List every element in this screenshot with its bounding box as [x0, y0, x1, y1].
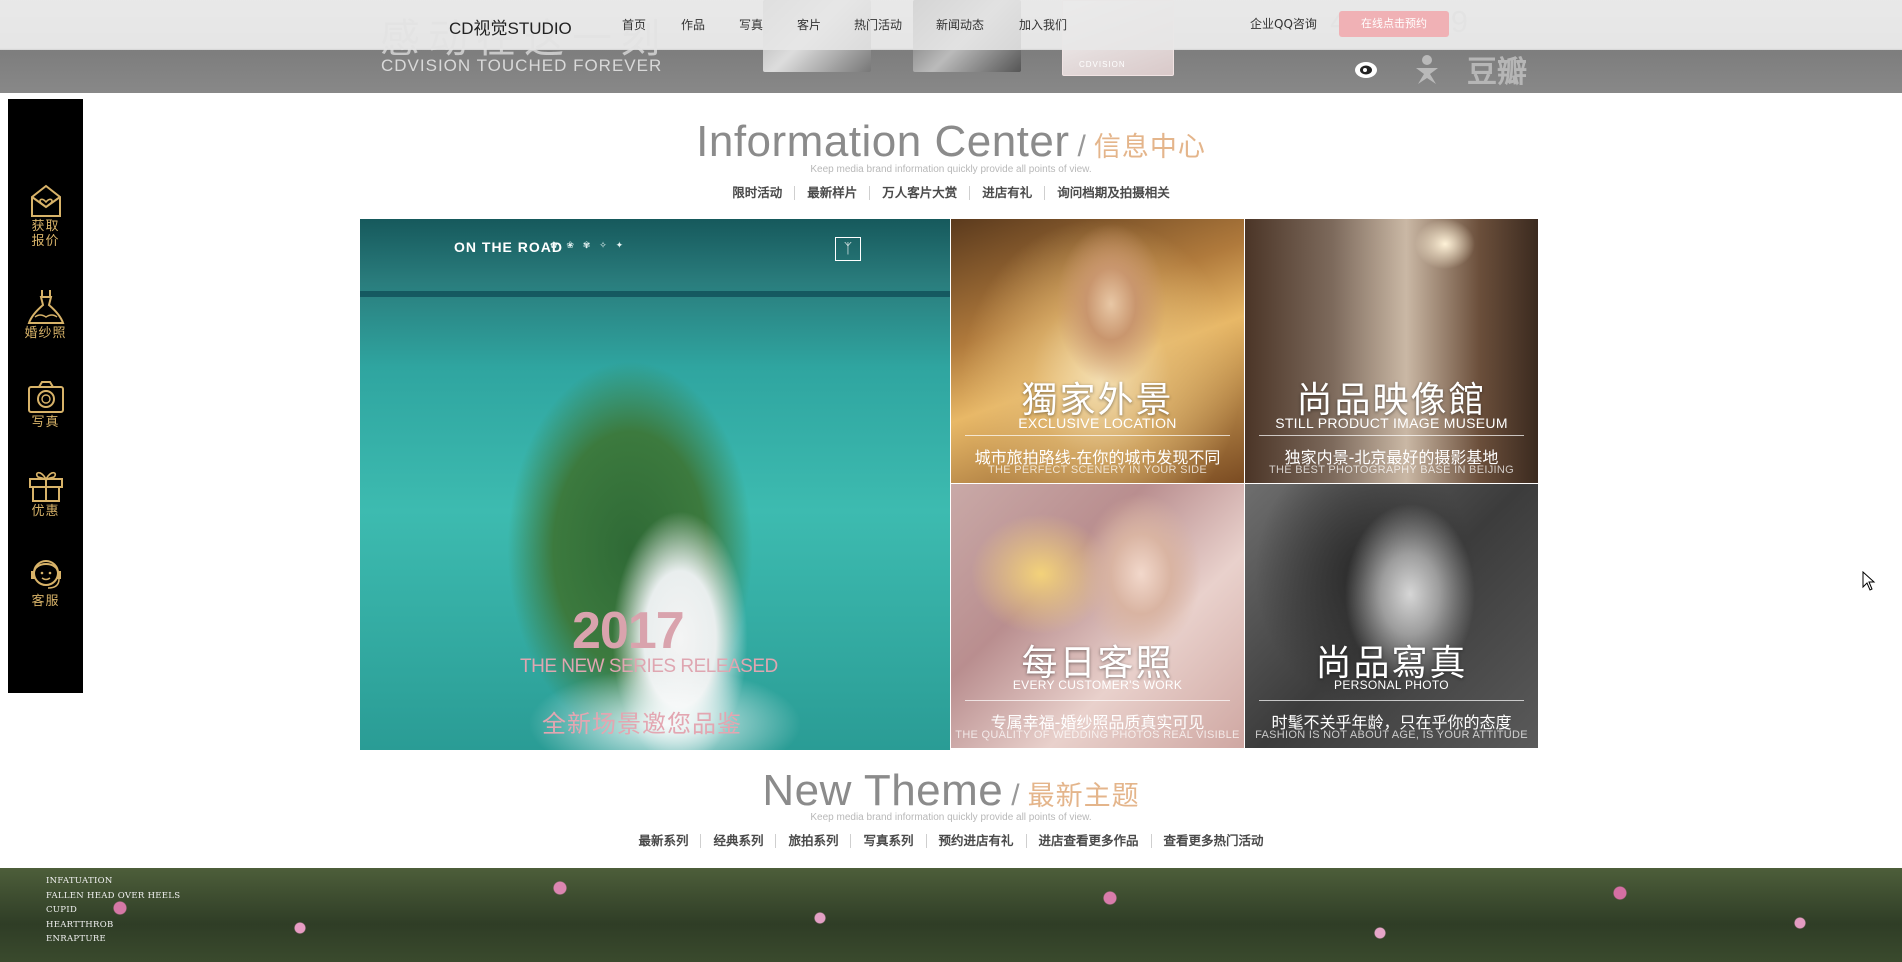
theme-list: INFATUATION FALLEN HEAD OVER HEELS CUPID…	[46, 874, 180, 947]
sidebar-label: 婚纱照	[24, 326, 67, 341]
new-theme-title: New Theme / 最新主题	[0, 766, 1902, 816]
tab-client-showcase[interactable]: 万人客片大赏	[870, 186, 971, 200]
sidebar-label: 优惠	[31, 504, 60, 519]
sidebar-label: 获取报价	[31, 219, 60, 249]
tab-travel-series[interactable]: 旅拍系列	[776, 834, 852, 848]
info-center-subtitle: Keep media brand information quickly pro…	[810, 164, 1092, 175]
tab-latest-samples[interactable]: 最新样片	[795, 186, 871, 200]
thumbnail-label: CDVISION	[1079, 60, 1126, 69]
wedding-dress-icon	[27, 290, 64, 324]
title-slash: /	[1011, 779, 1020, 812]
tile-desc-en: THE QUALITY OF WEDDING PHOTOS REAL VISIB…	[955, 729, 1240, 741]
nav-works[interactable]: 作品	[681, 16, 705, 33]
header-nav: CD视觉STUDIO 首页 作品 写真 客片 热门活动 新闻动态 加入我们 企业…	[0, 0, 1902, 50]
info-gallery: ON THE ROAD ✿ ❀ ✾ ✧ ✦ ᛉ 2017 THE NEW SER…	[360, 219, 1540, 750]
tile-title-en: EVERY CUSTOMER'S WORK	[1012, 678, 1183, 692]
tile-divider	[1259, 435, 1524, 436]
customer-service-icon	[30, 560, 61, 589]
feature-series: THE NEW SERIES RELEASED	[520, 656, 778, 677]
sidebar-item-offers[interactable]: 优惠	[8, 467, 83, 519]
title-cn: 信息中心	[1093, 132, 1206, 163]
feature-year: 2017	[572, 602, 685, 660]
theme-list-item[interactable]: ENRAPTURE	[46, 932, 180, 947]
new-theme-subtitle: Keep media brand information quickly pro…	[810, 812, 1092, 823]
title-en: New Theme	[762, 766, 1004, 815]
theme-list-item[interactable]: INFATUATION	[46, 874, 180, 889]
partner-logos: ✿ ❀ ✾ ✧ ✦	[550, 241, 627, 251]
feature-tagline: 全新场景邀您品鉴	[542, 710, 742, 738]
feature-brand: ON THE ROAD	[454, 239, 563, 255]
tile-desc-en: THE BEST PHOTOGRAPHY BASE IN BEIJING	[1269, 464, 1514, 476]
gallery-tile-personal-photo[interactable]: 尚品寫真 PERSONAL PHOTO 时髦不关乎年龄，只在乎你的态度 FASH…	[1245, 484, 1538, 748]
gallery-tile-exclusive-location[interactable]: 獨家外景 EXCLUSIVE LOCATION 城市旅拍路线-在你的城市发现不同…	[951, 219, 1244, 483]
douban-link[interactable]: 豆瓣	[1462, 52, 1532, 90]
tab-schedule-inquiry[interactable]: 询问档期及拍摄相关	[1045, 186, 1182, 200]
tab-more-works[interactable]: 进店查看更多作品	[1027, 834, 1152, 848]
nav-news[interactable]: 新闻动态	[936, 16, 984, 33]
theme-list-item[interactable]: FALLEN HEAD OVER HEELS	[46, 889, 180, 904]
gift-icon	[28, 471, 63, 502]
info-center-tabs: 限时活动 最新样片 万人客片大赏 进店有礼 询问档期及拍摄相关	[0, 186, 1902, 200]
qq-consult-link[interactable]: 企业QQ咨询	[1250, 15, 1317, 32]
tile-title-en: PERSONAL PHOTO	[1334, 678, 1449, 692]
gallery-feature-tile[interactable]: ON THE ROAD ✿ ❀ ✾ ✧ ✦ ᛉ 2017 THE NEW SER…	[360, 219, 950, 750]
tile-desc-en: FASHION IS NOT ABOUT AGE, IS YOUR ATTITU…	[1255, 729, 1528, 741]
tile-divider	[965, 435, 1230, 436]
theme-list-item[interactable]: CUPID	[46, 903, 180, 918]
book-online-button[interactable]: 在线点击预约	[1339, 11, 1449, 37]
mouse-cursor-icon	[1862, 571, 1876, 591]
sea-horizon	[360, 291, 950, 297]
tab-limited-offer[interactable]: 限时活动	[720, 186, 796, 200]
qzone-icon[interactable]	[1408, 52, 1446, 86]
info-center-title: Information Center / 信息中心	[0, 117, 1902, 167]
sidebar-label: 写真	[31, 415, 60, 430]
nav-home[interactable]: 首页	[622, 16, 646, 33]
badge-icon: ᛉ	[835, 237, 861, 261]
new-theme-tabs: 最新系列 经典系列 旅拍系列 写真系列 预约进店有礼 进店查看更多作品 查看更多热门活动	[0, 834, 1902, 848]
sidebar-item-wedding[interactable]: 婚纱照	[8, 287, 83, 341]
gallery-tile-image-museum[interactable]: 尚品映像館 STILL PRODUCT IMAGE MUSEUM 独家内景-北京…	[1245, 219, 1538, 483]
nav-portrait[interactable]: 写真	[739, 16, 763, 33]
tab-classic-series[interactable]: 经典系列	[701, 834, 777, 848]
title-en: Information Center	[696, 117, 1070, 166]
sidebar-item-portrait[interactable]: 写真	[8, 380, 83, 430]
tile-title-en: EXCLUSIVE LOCATION	[1018, 415, 1177, 431]
weibo-icon[interactable]	[1351, 52, 1381, 86]
new-theme-banner[interactable]: INFATUATION FALLEN HEAD OVER HEELS CUPID…	[0, 868, 1902, 962]
tab-latest-series[interactable]: 最新系列	[626, 834, 702, 848]
tile-title-en: STILL PRODUCT IMAGE MUSEUM	[1275, 415, 1508, 431]
tile-desc-en: THE PERFECT SCENERY IN YOUR SIDE	[987, 464, 1208, 476]
gallery-tile-daily-clients[interactable]: 每日客照 EVERY CUSTOMER'S WORK 专属幸福-婚纱照品质真实可…	[951, 484, 1244, 748]
tile-divider	[1259, 700, 1524, 701]
sidebar-item-service[interactable]: 客服	[8, 555, 83, 609]
camera-icon	[27, 381, 64, 413]
sidebar-label: 客服	[31, 594, 60, 609]
site-logo[interactable]: CD视觉STUDIO	[449, 14, 572, 39]
tile-divider	[965, 700, 1230, 701]
tab-store-gift[interactable]: 进店有礼	[970, 186, 1046, 200]
slogan-en: CDVISION TOUCHED FOREVER	[381, 56, 663, 75]
nav-join-us[interactable]: 加入我们	[1019, 16, 1067, 33]
tab-book-visit-gift[interactable]: 预约进店有礼	[927, 834, 1027, 848]
tab-more-events[interactable]: 查看更多热门活动	[1152, 834, 1276, 848]
nav-client-photos[interactable]: 客片	[797, 16, 821, 33]
nav-hot-events[interactable]: 热门活动	[854, 16, 902, 33]
title-slash: /	[1077, 130, 1086, 163]
theme-list-item[interactable]: HEARTTHROB	[46, 918, 180, 933]
title-cn: 最新主题	[1027, 781, 1140, 812]
tab-portrait-series[interactable]: 写真系列	[851, 834, 927, 848]
